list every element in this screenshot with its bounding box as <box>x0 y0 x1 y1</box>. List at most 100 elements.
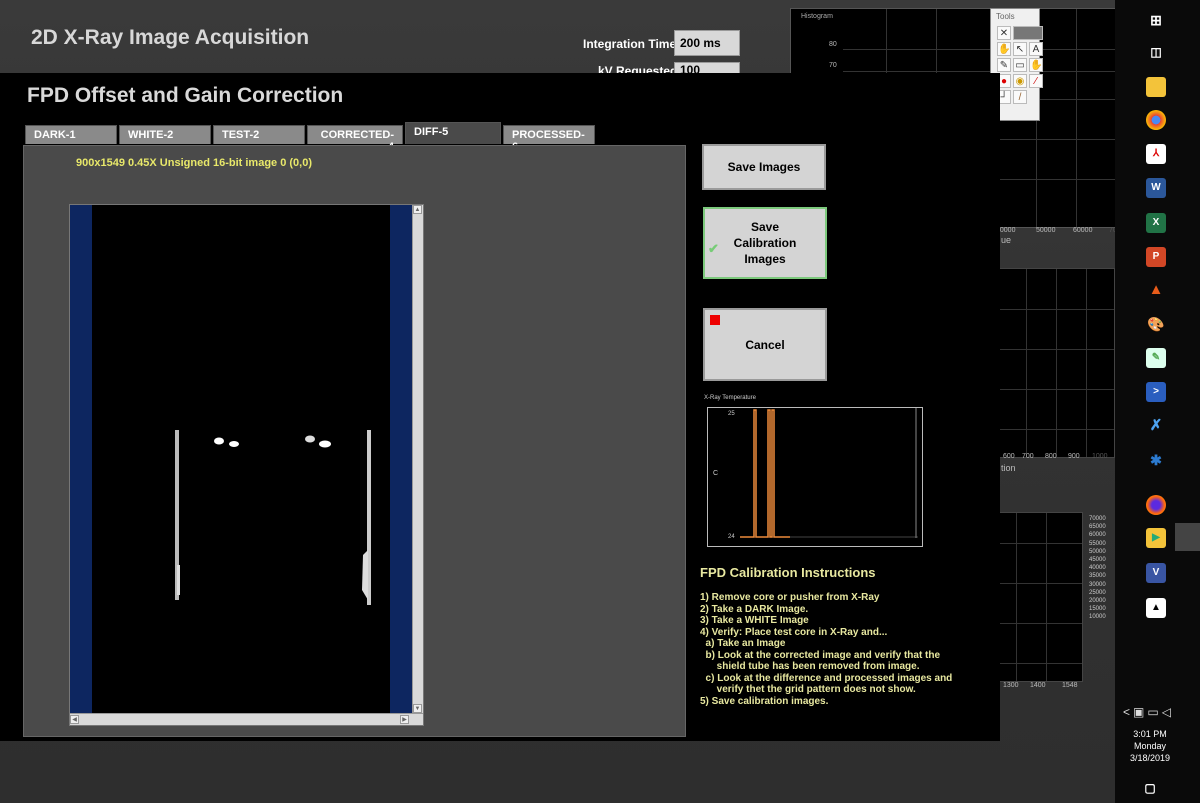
wrench-icon[interactable]: ✕ <box>997 26 1011 40</box>
integration-time-label: Integration Time <box>583 37 677 51</box>
tab-white-2[interactable]: WHITE-2 <box>119 125 211 144</box>
photo-viewer-icon[interactable]: ▶ <box>1146 528 1166 548</box>
clock-time: 3:01 PM <box>1133 729 1167 739</box>
instruction-line: shield tube has been removed from image. <box>700 661 920 672</box>
tools-title: Tools <box>996 12 1015 21</box>
save-calibration-label: Save Calibration Images <box>733 220 797 266</box>
instruction-line: 4) Verify: Place test core in X-Ray and.… <box>700 626 888 638</box>
firefox-icon[interactable] <box>1146 495 1166 515</box>
instruction-line: 3) Take a WHITE Image <box>700 615 809 626</box>
histogram-x-label: ue <box>1001 235 1012 245</box>
tab-processed-6[interactable]: PROCESSED-6 <box>503 125 595 153</box>
powershell-icon[interactable]: > <box>1146 382 1166 402</box>
volume-muted-icon[interactable]: ◁ <box>1162 705 1174 719</box>
right-shield-band <box>390 205 412 713</box>
colorbar-x-tick: 1400 <box>1030 682 1046 689</box>
background-app-title: 2D X-Ray Image Acquisition <box>31 26 310 49</box>
chrome-icon[interactable] <box>1146 110 1166 130</box>
profile-x-tick: 1000 <box>1092 453 1108 460</box>
photos-icon[interactable]: ▲ <box>1146 598 1166 618</box>
temperature-plot-area: 25 24 C <box>707 407 923 547</box>
save-calibration-images-button[interactable]: ✔ Save Calibration Images <box>703 207 827 279</box>
clock-day: Monday <box>1133 741 1167 751</box>
instruction-line: 1) Remove core or pusher from X-Ray <box>700 592 880 603</box>
image-panel-background <box>995 512 1083 682</box>
temperature-y-label: C <box>713 470 719 477</box>
display-icon[interactable]: ▭ <box>1147 705 1161 719</box>
save-images-label: Save Images <box>727 160 801 174</box>
temperature-y-tick: 25 <box>728 411 735 417</box>
instruction-line: 5) Save calibration images. <box>700 695 829 707</box>
notification-center-icon[interactable]: ▢ <box>1140 778 1160 798</box>
tab-content-panel: 900x1549 0.45X Unsigned 16-bit image 0 (… <box>23 145 686 737</box>
histogram-x-tick: 50000 <box>1036 227 1056 234</box>
temperature-trace <box>740 408 918 538</box>
instruction-line: a) Take an Image <box>700 638 786 649</box>
matlab-icon[interactable]: ▲ <box>1146 280 1166 300</box>
text-icon[interactable]: A <box>1029 42 1043 56</box>
tray-chevron-icon[interactable]: < <box>1123 705 1133 719</box>
profile-x-tick: 600 <box>1003 453 1015 460</box>
instructions-list: 1) Remove core or pusher from X-Ray 2) T… <box>700 592 990 707</box>
scroll-up-icon[interactable]: ▲ <box>413 205 422 214</box>
scroll-right-icon[interactable]: ▶ <box>400 715 409 724</box>
file-explorer-icon[interactable] <box>1146 77 1166 97</box>
cancel-button[interactable]: Cancel <box>703 308 827 381</box>
profile-x-tick: 700 <box>1022 453 1034 460</box>
stop-indicator-icon <box>710 315 720 325</box>
diff-image-content <box>175 430 371 605</box>
taskview-icon[interactable]: ◫ <box>1146 42 1166 62</box>
hand-icon[interactable]: ✋ <box>1029 58 1043 72</box>
histogram-y-tick: 80 <box>829 41 837 48</box>
fpd-correction-dialog: FPD Offset and Gain Correction DARK-1 WH… <box>0 73 1000 741</box>
word-icon[interactable]: W <box>1146 178 1166 198</box>
colorbar-ticks: 70000 65000 60000 55000 50000 45000 4000… <box>1089 516 1106 621</box>
xray-temperature-chart: X-Ray Temperature 25 24 C <box>704 395 924 550</box>
image-vertical-scrollbar[interactable]: ▲ ▼ <box>412 205 423 713</box>
network-icon[interactable]: ▣ <box>1133 705 1147 719</box>
xray-image-viewer[interactable]: ▲ ▼ ◀ ▶ <box>69 204 424 726</box>
pan-icon[interactable]: ✋ <box>997 42 1011 56</box>
histogram-x-tick: 60000 <box>1073 227 1093 234</box>
tool-bar-icon[interactable] <box>1013 26 1043 40</box>
image-horizontal-scrollbar[interactable]: ◀ ▶ <box>70 713 423 725</box>
excel-icon[interactable]: X <box>1146 213 1166 233</box>
instruction-line: verify thet the grid pattern does not sh… <box>700 684 916 695</box>
dropper-icon[interactable]: ⁄ <box>1029 74 1043 88</box>
taskbar-clock[interactable]: 3:01 PM Monday 3/18/2019 <box>1115 728 1185 764</box>
visio-icon[interactable]: V <box>1146 563 1166 583</box>
scroll-left-icon[interactable]: ◀ <box>70 715 79 724</box>
powerpoint-icon[interactable]: P <box>1146 247 1166 267</box>
tab-test-2[interactable]: TEST-2 <box>213 125 305 144</box>
histogram-title: Histogram <box>801 13 833 20</box>
temperature-y-tick: 24 <box>728 534 735 540</box>
tab-diff-5[interactable]: DIFF-5 <box>405 122 501 144</box>
colorbar-x-tick: 1548 <box>1062 682 1078 689</box>
profile-panel <box>995 268 1115 458</box>
instructions-title: FPD Calibration Instructions <box>700 565 876 580</box>
image-tabs: DARK-1 WHITE-2 TEST-2 CORRECTED-4 DIFF-5… <box>25 122 597 153</box>
probe-icon[interactable]: ◉ <box>1013 74 1027 88</box>
labview-icon[interactable]: ✱ <box>1146 450 1166 470</box>
brush-icon[interactable]: / <box>1013 90 1027 104</box>
integration-time-field[interactable]: 200 ms <box>674 30 740 56</box>
acrobat-icon[interactable]: ⅄ <box>1146 144 1166 164</box>
paint-icon[interactable]: 🎨 <box>1146 314 1166 334</box>
scroll-down-icon[interactable]: ▼ <box>413 704 422 713</box>
save-images-button[interactable]: Save Images <box>702 144 826 190</box>
instruction-line: c) Look at the difference and processed … <box>700 672 953 684</box>
image-info-text: 900x1549 0.45X Unsigned 16-bit image 0 (… <box>76 157 313 169</box>
tab-dark-1[interactable]: DARK-1 <box>25 125 117 144</box>
vscode-icon[interactable]: ✗ <box>1146 416 1166 436</box>
pencil-icon[interactable]: ✎ <box>997 58 1011 72</box>
temperature-chart-title: X-Ray Temperature <box>704 395 756 401</box>
tab-corrected-4[interactable]: CORRECTED-4 <box>307 125 403 153</box>
instruction-line: 2) Take a DARK Image. <box>700 603 809 615</box>
windows-start-icon[interactable]: ⊞ <box>1146 10 1166 30</box>
active-app-highlight <box>1175 523 1200 551</box>
select-icon[interactable]: ▭ <box>1013 58 1027 72</box>
pointer-icon[interactable]: ↖ <box>1013 42 1027 56</box>
profile-x-label: tion <box>1001 463 1016 473</box>
colorbar-x-tick: 1300 <box>1003 682 1019 689</box>
notepad-icon[interactable]: ✎ <box>1146 348 1166 368</box>
